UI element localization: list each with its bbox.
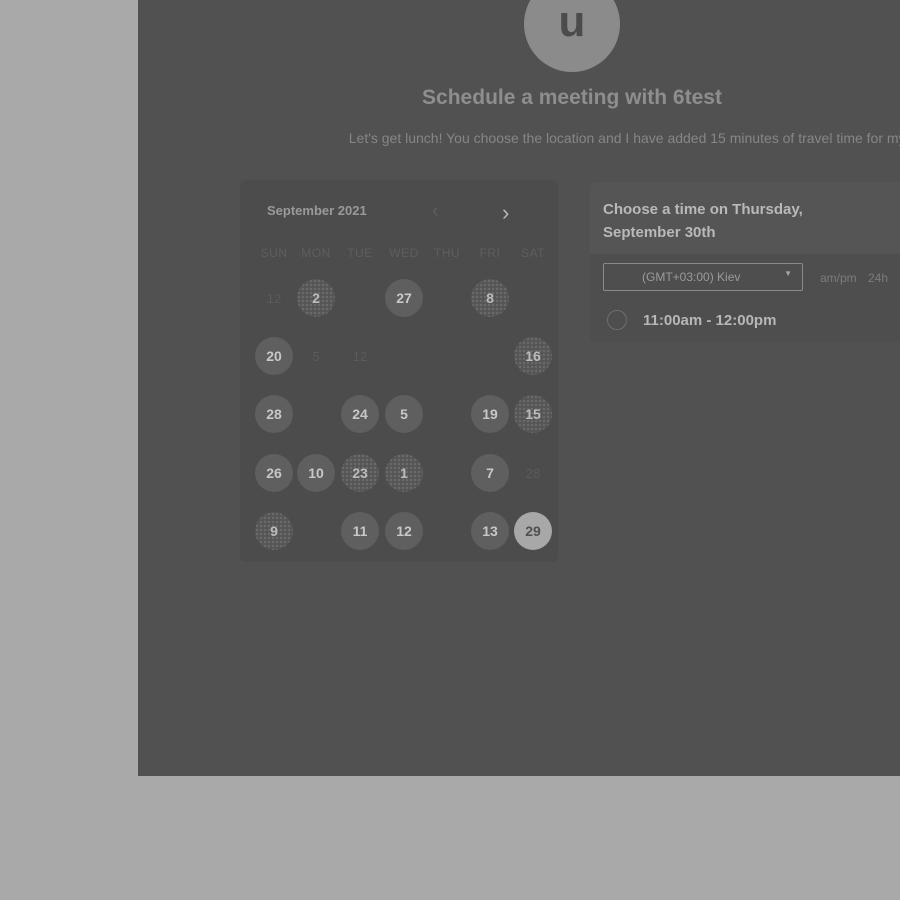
weekday-3: WED (389, 246, 419, 260)
day-cell[interactable]: 15 (514, 395, 552, 433)
weekday-1: MON (301, 246, 331, 260)
weekday-4: THU (433, 246, 461, 260)
day-cell[interactable]: 28 (255, 395, 293, 433)
weekday-0: SUN (260, 246, 288, 260)
page-title: Schedule a meeting with 6test (422, 86, 722, 109)
month-label: September 2021 (267, 203, 367, 218)
day-cell: 12 (266, 290, 282, 306)
time-picker: Choose a time on Thursday, September 30t… (590, 182, 900, 342)
day-cell[interactable]: 26 (255, 454, 293, 492)
day-cell[interactable]: 7 (471, 454, 509, 492)
selected-date-title: Choose a time on Thursday, September 30t… (603, 201, 803, 241)
day-cell: 12 (352, 348, 368, 364)
time-slot-label[interactable]: 11:00am - 12:00pm (643, 312, 776, 329)
day-selected[interactable]: 29 (514, 512, 552, 550)
day-cell[interactable]: 1 (385, 454, 423, 492)
day-cell[interactable]: 24 (341, 395, 379, 433)
day-cell[interactable]: 19 (471, 395, 509, 433)
chevron-right-icon[interactable]: › (502, 200, 509, 226)
day-cell[interactable]: 12 (385, 512, 423, 550)
format-ampm-toggle[interactable]: am/pm (820, 271, 857, 285)
date-picker: September 2021 ‹ › SUN MON TUE WED THU FRI SAT… (240, 180, 558, 562)
day-cell[interactable]: 11 (341, 512, 379, 550)
day-cell[interactable]: 20 (255, 337, 293, 375)
chevron-left-icon[interactable]: ‹ (432, 200, 439, 223)
weekday-2: TUE (347, 246, 373, 260)
weekday-header: SUN MON TUE WED THU FRI SAT (240, 246, 558, 260)
day-cell[interactable]: 5 (385, 395, 423, 433)
day-cell[interactable]: 13 (471, 512, 509, 550)
day-cell[interactable]: 10 (297, 454, 335, 492)
timezone-value: (GMT+03:00) Kiev (642, 270, 741, 284)
booking-panel: u Schedule a meeting with 6test Let's ge… (138, 0, 900, 776)
time-slot-radio[interactable] (607, 310, 627, 330)
day-cell[interactable]: 23 (341, 454, 379, 492)
timezone-select[interactable]: (GMT+03:00) Kiev ▼ (603, 263, 803, 291)
day-cell[interactable]: 8 (471, 279, 509, 317)
caret-down-icon: ▼ (784, 269, 792, 278)
host-avatar: u (524, 0, 620, 72)
day-cell: 28 (525, 465, 541, 481)
day-cell[interactable]: 9 (255, 512, 293, 550)
event-description: Let's get lunch! You choose the location… (348, 130, 900, 146)
day-cell: 5 (312, 348, 320, 364)
day-cell[interactable]: 2 (297, 279, 335, 317)
weekday-6: SAT (521, 246, 545, 260)
time-picker-header: Choose a time on Thursday, September 30t… (590, 182, 900, 254)
format-24h-toggle[interactable]: 24h (868, 271, 888, 285)
weekday-5: FRI (479, 246, 501, 260)
day-cell[interactable]: 27 (385, 279, 423, 317)
avatar-letter: u (558, 0, 586, 46)
day-cell[interactable]: 16 (514, 337, 552, 375)
